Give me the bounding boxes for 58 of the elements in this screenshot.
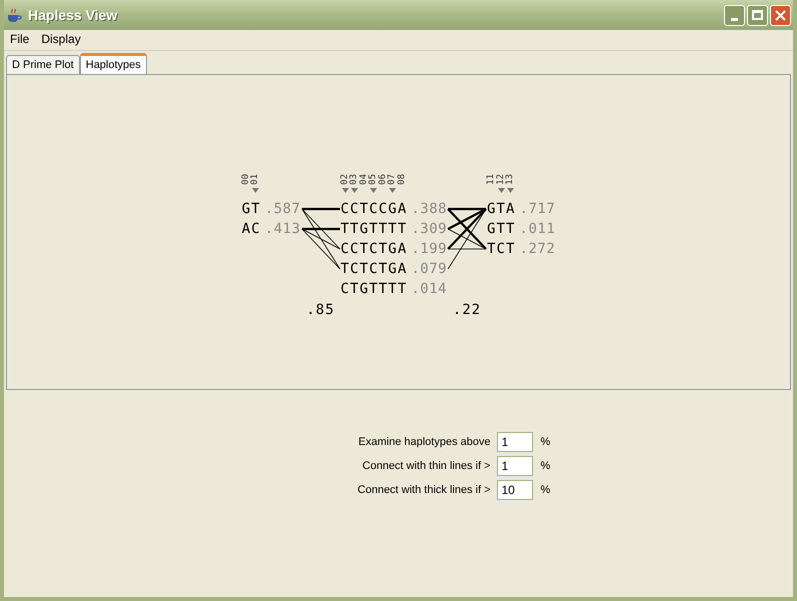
marker-label: 02 bbox=[340, 174, 350, 185]
marker-label: 03 bbox=[350, 174, 360, 185]
connector-lines-drawing bbox=[301, 208, 340, 270]
haplotype-sequence: GT bbox=[242, 200, 261, 218]
maximize-button[interactable] bbox=[747, 4, 768, 26]
minimize-button[interactable] bbox=[724, 4, 745, 26]
haplotype-sequence: CCTCTGA bbox=[340, 240, 408, 258]
haplotype-frequency: .272 bbox=[520, 240, 556, 258]
haplotype-sequence: CTGTTTT bbox=[340, 280, 408, 298]
haplotype-frequency: .199 bbox=[411, 240, 447, 258]
marker-label: 07 bbox=[388, 174, 398, 185]
marker-label: 00 bbox=[242, 174, 251, 185]
setting-label: Connect with thick lines if > bbox=[356, 482, 490, 498]
haplotype-frequency: .014 bbox=[411, 280, 447, 298]
marker-label: 04 bbox=[360, 174, 369, 185]
marker-label: 12 bbox=[496, 174, 506, 185]
haplotype-sequence: CCTCCGA bbox=[340, 200, 408, 218]
setting-field[interactable]: 10 bbox=[496, 480, 532, 500]
haplotype-sequence: GTA bbox=[486, 200, 516, 218]
haplotype-frequency: .011 bbox=[520, 220, 556, 238]
haplotype-frequency: .717 bbox=[520, 200, 556, 218]
marker-label: 13 bbox=[506, 174, 516, 185]
multiallelic-d-prime: .85 bbox=[306, 301, 335, 320]
haplotype-frequency: .309 bbox=[411, 220, 447, 238]
close-icon bbox=[775, 10, 786, 20]
close-button[interactable] bbox=[770, 4, 791, 26]
haplotype-frequency: .587 bbox=[264, 200, 301, 218]
triangle-icon bbox=[252, 188, 260, 193]
coffee-cup-icon bbox=[6, 7, 22, 23]
menu-item[interactable]: File bbox=[4, 30, 36, 48]
connector-lines-drawing bbox=[447, 208, 487, 270]
haplotype-sequence: AC bbox=[242, 220, 261, 238]
tab[interactable]: D Prime Plot bbox=[6, 55, 80, 74]
tab[interactable]: Haplotypes bbox=[80, 53, 147, 74]
menu-item[interactable]: Display bbox=[35, 30, 87, 48]
setting-label: Examine haplotypes above bbox=[357, 434, 490, 450]
marker-label: 08 bbox=[398, 174, 407, 185]
haplotype-sequence: GTT bbox=[486, 220, 516, 238]
setting-field[interactable]: 1 bbox=[496, 432, 532, 452]
haplotype-sequence: TCTCTGA bbox=[340, 260, 408, 278]
haplotype-frequency: .388 bbox=[411, 200, 447, 218]
haplotype-frequency: .079 bbox=[411, 260, 447, 278]
triangle-icon bbox=[389, 188, 396, 193]
setting-label: Connect with thin lines if > bbox=[361, 458, 490, 474]
marker-label: 05 bbox=[369, 174, 378, 185]
percent-unit: % bbox=[540, 458, 552, 474]
haplotype-frequency: .413 bbox=[264, 220, 301, 238]
multiallelic-d-prime: .22 bbox=[452, 301, 482, 320]
marker-label: 11 bbox=[487, 174, 496, 185]
percent-unit: % bbox=[540, 434, 552, 450]
window-title: Hapless View bbox=[28, 6, 118, 25]
setting-field[interactable]: 1 bbox=[496, 456, 532, 476]
haplotype-sequence: TCT bbox=[486, 240, 516, 258]
haplotype-sequence: TTGTTTT bbox=[340, 220, 408, 238]
triangle-icon bbox=[370, 188, 378, 193]
marker-label: 06 bbox=[378, 174, 388, 185]
marker-label: 01 bbox=[251, 174, 260, 185]
percent-unit: % bbox=[540, 482, 552, 498]
